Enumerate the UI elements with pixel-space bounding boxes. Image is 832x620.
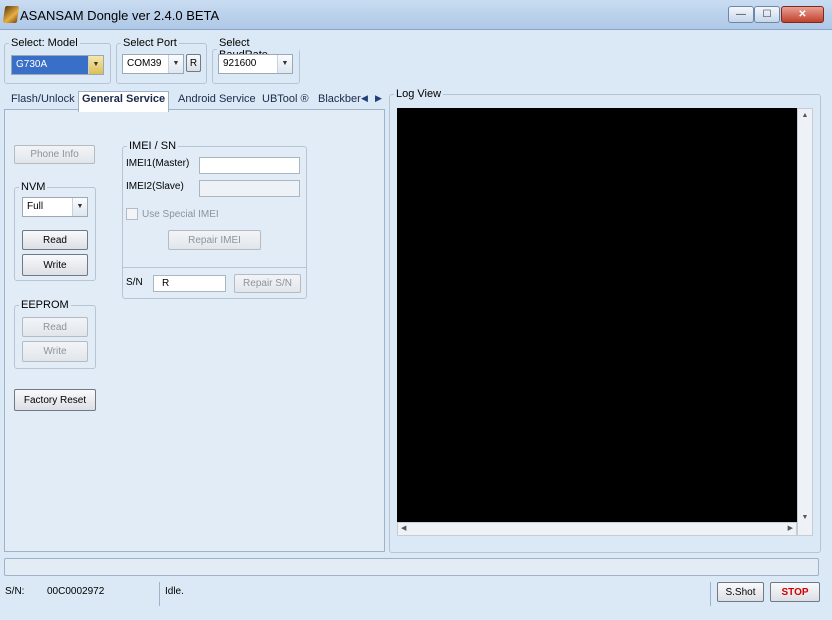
nvm-mode-select[interactable]: Full ▼: [22, 197, 88, 217]
progress-bar: [4, 558, 819, 576]
special-imei-label: Use Special IMEI: [142, 209, 219, 220]
chevron-down-icon[interactable]: ▼: [168, 55, 183, 73]
repair-imei-button[interactable]: Repair IMEI: [168, 230, 261, 250]
port-select[interactable]: COM39 ▼: [122, 54, 184, 74]
tab-android-service[interactable]: Android Service: [178, 93, 256, 110]
stop-button[interactable]: STOP: [770, 582, 820, 602]
imei1-label: IMEI1(Master): [126, 158, 190, 169]
log-view-legend: Log View: [396, 88, 442, 100]
model-legend: Select: Model: [11, 37, 78, 49]
status-sn-value: 00C0002972: [47, 586, 105, 597]
port-refresh-button[interactable]: R: [186, 54, 201, 72]
status-separator: [159, 582, 160, 606]
tab-scroll-right-icon[interactable]: ▶: [375, 93, 382, 110]
sn-label: S/N: [126, 277, 143, 288]
eeprom-read-button[interactable]: Read: [22, 317, 88, 337]
chevron-down-icon[interactable]: ▼: [72, 198, 87, 216]
status-separator: [710, 582, 711, 606]
phone-info-button[interactable]: Phone Info: [14, 145, 95, 164]
imei-divider: [122, 267, 307, 268]
chevron-down-icon[interactable]: ▼: [88, 56, 103, 74]
app-icon: [2, 6, 20, 23]
nvm-legend: NVM: [21, 181, 46, 193]
status-state: Idle.: [165, 586, 184, 597]
imei2-input[interactable]: [199, 180, 300, 197]
log-vertical-scrollbar[interactable]: ▲ ▼: [797, 108, 813, 536]
nvm-read-button[interactable]: Read: [22, 230, 88, 250]
imei1-input[interactable]: [199, 157, 300, 174]
eeprom-legend: EEPROM: [21, 299, 69, 311]
scroll-right-icon[interactable]: ▶: [788, 524, 793, 532]
tab-general-service[interactable]: General Service: [78, 91, 170, 112]
imei-sn-legend: IMEI / SN: [129, 140, 177, 152]
baud-select[interactable]: 921600 ▼: [218, 54, 293, 74]
port-value: COM39: [127, 58, 162, 69]
scroll-down-icon[interactable]: ▼: [798, 514, 812, 521]
model-value: G730A: [16, 59, 48, 70]
sn-input[interactable]: R: [153, 275, 226, 292]
repair-sn-button[interactable]: Repair S/N: [234, 274, 301, 293]
maximize-button[interactable]: ☐: [754, 6, 780, 23]
scroll-up-icon[interactable]: ▲: [798, 112, 812, 119]
chevron-down-icon[interactable]: ▼: [277, 55, 292, 73]
factory-reset-button[interactable]: Factory Reset: [14, 389, 96, 411]
eeprom-write-button[interactable]: Write: [22, 341, 88, 362]
port-legend: Select Port: [123, 37, 177, 49]
imei2-label: IMEI2(Slave): [126, 181, 184, 192]
tab-blackberry[interactable]: Blackber: [318, 93, 361, 110]
tab-ubtool[interactable]: UBTool ®: [262, 93, 309, 110]
special-imei-checkbox[interactable]: [126, 208, 138, 220]
nvm-mode-value: Full: [27, 201, 44, 212]
tab-scroll-left-icon[interactable]: ◀: [361, 93, 368, 110]
tab-flash-unlock[interactable]: Flash/Unlock: [11, 93, 75, 110]
window-title: ASANSAM Dongle ver 2.4.0 BETA: [20, 8, 220, 23]
close-button[interactable]: ✕: [781, 6, 824, 23]
status-sn-label: S/N:: [5, 586, 25, 597]
log-output[interactable]: [397, 108, 812, 522]
screenshot-button[interactable]: S.Shot: [717, 582, 764, 602]
baud-value: 921600: [223, 58, 257, 69]
nvm-write-button[interactable]: Write: [22, 254, 88, 276]
scroll-left-icon[interactable]: ◀: [401, 524, 406, 532]
log-horizontal-scrollbar[interactable]: ◀ ▶: [397, 522, 797, 536]
model-select[interactable]: G730A ▼: [11, 55, 104, 75]
minimize-button[interactable]: —: [728, 6, 754, 23]
